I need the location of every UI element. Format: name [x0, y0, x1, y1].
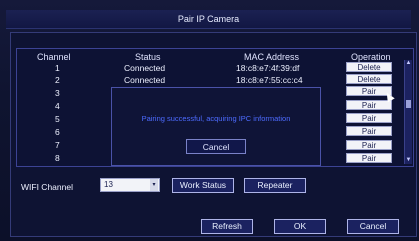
- pairing-status-message: Pairing successful, acquiring IPC inform…: [141, 114, 291, 123]
- row-channel: 2: [55, 75, 60, 85]
- ok-button[interactable]: OK: [274, 219, 326, 234]
- row-status: Connected: [124, 75, 166, 85]
- row-mac: 18:c8:e7:4f:39:df: [236, 63, 300, 73]
- work-status-button[interactable]: Work Status: [172, 178, 234, 193]
- pair-button[interactable]: Pair: [346, 140, 392, 150]
- window-title: Pair IP Camera: [6, 10, 411, 29]
- pair-button[interactable]: Pair: [346, 126, 392, 136]
- pairing-cancel-button[interactable]: Cancel: [186, 139, 246, 154]
- row-channel: 5: [55, 114, 60, 124]
- cancel-button[interactable]: Cancel: [347, 219, 399, 234]
- row-status: Connected: [124, 63, 166, 73]
- column-header-channel: Channel: [37, 52, 71, 62]
- row-channel: 4: [55, 101, 60, 111]
- screen: Pair IP Camera Channel Status MAC Addres…: [0, 0, 419, 241]
- row-channel: 6: [55, 127, 60, 137]
- wifi-channel-label: WIFI Channel: [21, 182, 73, 192]
- scroll-down-arrow-icon[interactable]: ▼: [405, 157, 412, 164]
- chevron-down-icon[interactable]: ▾: [150, 179, 158, 191]
- repeater-button[interactable]: Repeater: [244, 178, 306, 193]
- scroll-thumb[interactable]: [406, 100, 411, 108]
- row-mac: 18:c8:e7:55:cc:c4: [236, 75, 303, 85]
- row-channel: 1: [55, 63, 60, 73]
- wifi-channel-select[interactable]: 13 ▾: [100, 178, 160, 192]
- column-header-status: Status: [135, 52, 161, 62]
- wifi-channel-value: 13: [104, 180, 113, 189]
- delete-button[interactable]: Delete: [346, 74, 392, 84]
- pair-button[interactable]: Pair: [346, 113, 392, 123]
- table-scrollbar[interactable]: ▲ ▼: [404, 60, 412, 164]
- row-channel: 8: [55, 153, 60, 163]
- pair-button[interactable]: Pair: [346, 100, 392, 110]
- delete-button[interactable]: Delete: [346, 62, 392, 72]
- row-channel: 3: [55, 88, 60, 98]
- pair-button[interactable]: Pair: [346, 153, 392, 163]
- column-header-operation: Operation: [351, 52, 391, 62]
- column-header-mac: MAC Address: [244, 52, 300, 62]
- refresh-button[interactable]: Refresh: [201, 219, 253, 234]
- row-channel: 7: [55, 140, 60, 150]
- scroll-up-arrow-icon[interactable]: ▲: [405, 60, 412, 67]
